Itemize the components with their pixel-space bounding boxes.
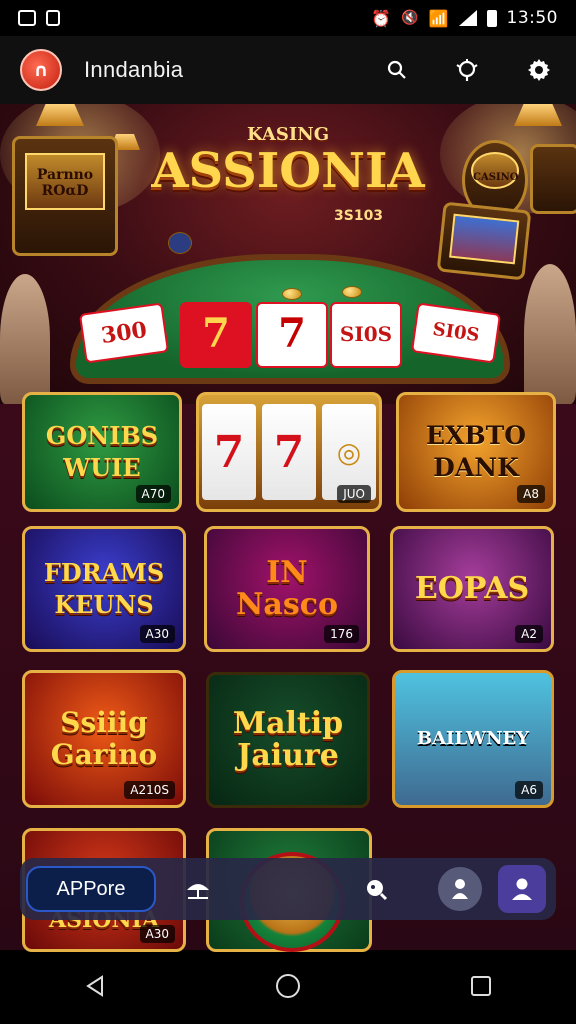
hero-code: 3S103 [334,208,384,224]
slot-machine-left: Parnno ROαD [12,136,118,256]
game-tile[interactable]: 7 7 ◎ JUO [196,392,382,512]
game-tile[interactable]: IN Nasco 176 [204,526,370,652]
playing-card: 7 [180,302,252,368]
game-tile[interactable]: Maltip Jaiure [206,672,370,808]
playing-card: SI0S [330,302,402,368]
back-icon[interactable] [84,975,106,1001]
recents-icon[interactable] [470,975,492,1001]
gear-icon[interactable] [526,57,552,83]
hero-subtitle: KASING [246,124,330,145]
alarm-icon: ⏰ [371,8,392,28]
profile-alt-icon[interactable] [438,867,482,911]
app-notification-icon [46,10,60,26]
app-title: Inndanbia [84,57,184,82]
notification-icon [18,10,36,26]
signal-icon [458,10,477,26]
battery-icon [486,9,497,27]
bottom-nav: APPore [20,858,556,920]
game-tile[interactable]: FDRAMS KEUNS A30 [22,526,186,652]
arcade-screen [436,201,532,281]
chip-icon [342,286,362,298]
app-bar: ∩ Inndanbia [0,36,576,104]
game-tile[interactable]: Ssiiig Garino A210S [22,670,186,808]
chat-icon[interactable] [354,867,398,911]
approve-button[interactable]: APPore [26,866,156,912]
player-avatar [0,274,50,404]
user-icon[interactable] [498,865,546,913]
hero-banner[interactable]: Parnno ROαD CASINO KASING ASSIONIA 3S103… [0,104,576,404]
system-nav-bar [0,952,576,1024]
hero-title: ASSIONIA [151,143,425,199]
home-icon[interactable] [275,973,301,1003]
arcade-screen-far [530,144,576,214]
game-tile[interactable]: BAILWNEY A6 [392,670,554,808]
mute-icon: 🔇 [401,10,419,26]
playing-card: 7 [256,302,328,368]
game-tile[interactable]: EOPAS A2 [390,526,554,652]
chip-icon [282,288,302,300]
wifi-icon: 📶 [428,8,449,28]
player-avatar [524,264,576,404]
trophy-icon[interactable] [454,57,480,83]
status-time: 13:50 [506,8,558,28]
search-icon[interactable] [386,59,408,81]
umbrella-icon[interactable] [176,867,220,911]
status-bar: ⏰ 🔇 📶 13:50 [0,0,576,36]
game-tile[interactable]: GONIBS WUIE A70 [22,392,182,512]
game-tile[interactable]: EXBTO DANK A8 [396,392,556,512]
chip-icon [168,232,192,254]
app-logo[interactable]: ∩ [20,49,62,91]
hero-logo: KASING ASSIONIA [148,124,428,244]
